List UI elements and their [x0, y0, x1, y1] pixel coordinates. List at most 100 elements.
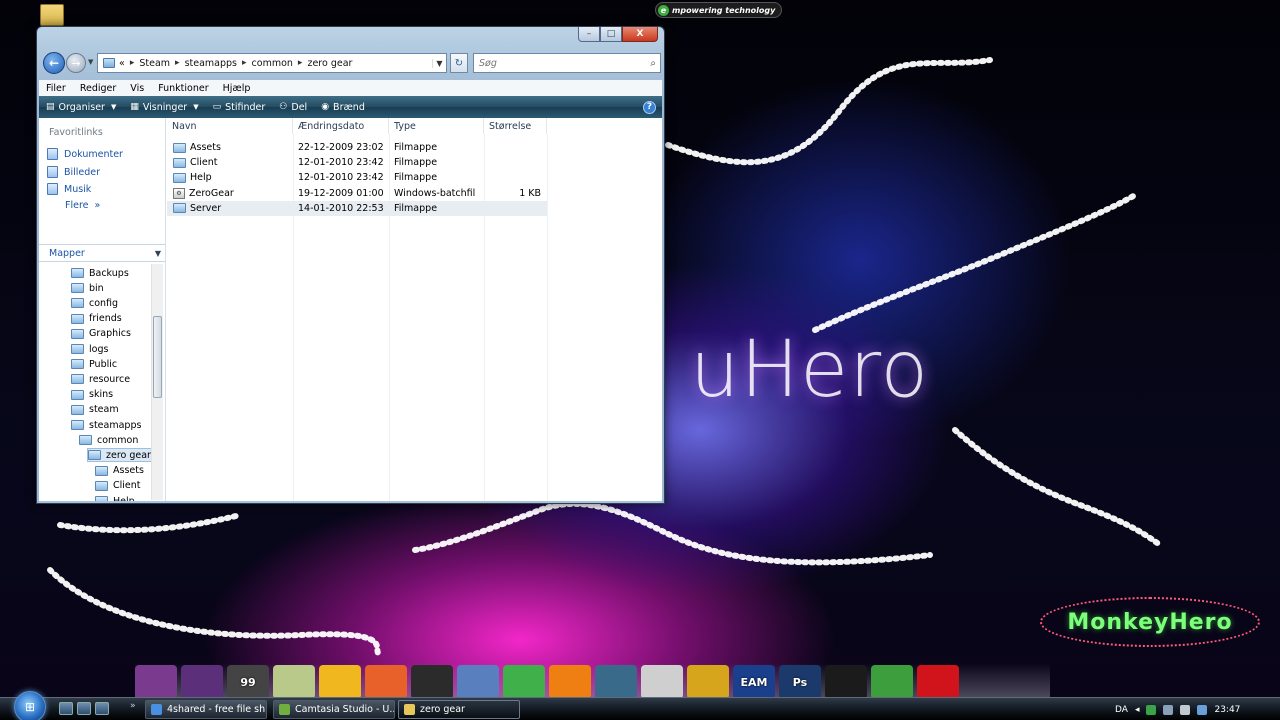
tree-item[interactable]: resource	[71, 372, 130, 386]
photoshop-icon[interactable]: Ps	[779, 665, 821, 699]
history-dropdown-icon[interactable]: ▼	[88, 58, 93, 66]
folders-header[interactable]: Mapper ▼	[39, 244, 165, 262]
explorer-button[interactable]: ▭ Stifinder	[206, 102, 273, 113]
quicklaunch-more-icon[interactable]: »	[130, 701, 136, 711]
network-icon[interactable]	[1146, 704, 1157, 715]
organize-button[interactable]: ▤ Organiser ▼	[39, 102, 123, 113]
file-name-cell[interactable]: Assets	[173, 140, 221, 155]
winrar-icon[interactable]	[135, 665, 177, 699]
views-button[interactable]: ▦ Visninger ▼	[123, 102, 205, 113]
tree-item[interactable]: common	[79, 433, 138, 447]
winrar2-icon[interactable]	[181, 665, 223, 699]
tree-item[interactable]: friends	[71, 312, 122, 326]
tree-item[interactable]: Client	[95, 479, 141, 493]
address-dropdown-icon[interactable]: ▼	[432, 58, 446, 68]
breadcrumb-common[interactable]: common	[252, 58, 293, 69]
computer-icon[interactable]	[1163, 704, 1174, 715]
file-row[interactable]: Help 12-01-2010 23:42 Filmappe	[167, 170, 547, 185]
opera-icon[interactable]	[917, 665, 959, 699]
office-icon[interactable]	[365, 665, 407, 699]
tree-item[interactable]: steamapps	[71, 418, 141, 432]
breadcrumb-steam[interactable]: Steam	[139, 58, 170, 69]
minimize-button[interactable]: –	[578, 27, 600, 42]
maximize-button[interactable]: □	[600, 27, 622, 42]
menu-edit[interactable]: Rediger	[73, 83, 123, 94]
vlc-icon[interactable]	[549, 665, 591, 699]
favorite-more[interactable]: Flere »	[65, 200, 100, 211]
film-icon[interactable]	[595, 665, 637, 699]
file-row[interactable]: Server 14-01-2010 22:53 Filmappe	[167, 200, 547, 216]
tree-item[interactable]: zero gear	[87, 448, 155, 463]
show-desktop-icon[interactable]	[59, 702, 73, 715]
breadcrumb-zero-gear[interactable]: zero gear	[307, 58, 352, 69]
file-name-cell[interactable]: Help	[173, 170, 212, 185]
menu-view[interactable]: Vis	[123, 83, 151, 94]
back-button[interactable]: ←	[43, 52, 65, 74]
column-name[interactable]: Navn	[167, 118, 293, 134]
tool-icon[interactable]	[319, 665, 361, 699]
taskbar-button[interactable]: zero gear	[398, 700, 520, 719]
tray-app-icon[interactable]	[1197, 704, 1208, 715]
column-size[interactable]: Størrelse	[484, 118, 547, 134]
refresh-button[interactable]: ↻	[450, 53, 468, 73]
start-button[interactable]: ⊞	[14, 691, 46, 720]
tree-item[interactable]: bin	[71, 281, 104, 295]
sims-icon[interactable]	[503, 665, 545, 699]
favorite-music[interactable]: Musik	[47, 183, 91, 195]
file-row[interactable]: ⚙ ZeroGear 19-12-2009 01:00 Windows-batchfi…	[167, 186, 547, 201]
99-icon[interactable]: 99	[227, 665, 269, 699]
arkham-icon[interactable]	[411, 665, 453, 699]
favorite-pictures[interactable]: Billeder	[47, 166, 100, 178]
tree-item[interactable]: logs	[71, 342, 108, 356]
favorite-documents[interactable]: Dokumenter	[47, 148, 123, 160]
eam-icon[interactable]: EAM	[733, 665, 775, 699]
tree-scrollbar[interactable]	[151, 264, 163, 500]
notepad-icon[interactable]	[273, 665, 315, 699]
close-button[interactable]: X	[622, 27, 658, 42]
taskbar-button[interactable]: Camtasia Studio - U...	[273, 700, 395, 719]
address-bar[interactable]: « ▸ Steam ▸ steamapps ▸ common ▸ zero ge…	[97, 53, 447, 73]
menu-tools[interactable]: Funktioner	[151, 83, 215, 94]
tree-item[interactable]: skins	[71, 388, 113, 402]
ie-icon[interactable]	[77, 702, 91, 715]
file-name-cell[interactable]: ⚙ ZeroGear	[173, 186, 234, 201]
volume-icon[interactable]	[1180, 704, 1191, 715]
chevron-right-icon[interactable]: ▸	[242, 58, 247, 68]
tray-expand-icon[interactable]: ◂	[1135, 705, 1140, 715]
media-icon[interactable]	[457, 665, 499, 699]
tree-item[interactable]: Assets	[95, 464, 144, 478]
language-indicator[interactable]: DA	[1115, 705, 1128, 715]
column-date[interactable]: Ændringsdato	[293, 118, 389, 134]
forward-button[interactable]: →	[66, 53, 86, 73]
chrome-icon[interactable]	[871, 665, 913, 699]
taskbar-button[interactable]: 4shared - free file sh...	[145, 700, 267, 719]
wow-icon[interactable]	[687, 665, 729, 699]
tree-item[interactable]: steam	[71, 403, 119, 417]
tree-item[interactable]: Public	[71, 357, 117, 371]
file-row[interactable]: Client 12-01-2010 23:42 Filmappe	[167, 155, 547, 170]
search-icon[interactable]: ⌕	[650, 58, 656, 69]
assassin-icon[interactable]	[641, 665, 683, 699]
clock[interactable]: 23:47	[1214, 705, 1240, 715]
burn-button[interactable]: ◉ Brænd	[314, 102, 372, 113]
tree-item[interactable]: Graphics	[71, 327, 131, 341]
menu-help[interactable]: Hjælp	[216, 83, 258, 94]
switch-windows-icon[interactable]	[95, 702, 109, 715]
file-name-cell[interactable]: Server	[173, 201, 221, 216]
chevron-right-icon[interactable]: ▸	[175, 58, 180, 68]
menu-file[interactable]: Filer	[39, 83, 73, 94]
chevron-right-icon[interactable]: ▸	[298, 58, 303, 68]
tree-item[interactable]: config	[71, 296, 118, 310]
tree-item[interactable]: Backups	[71, 266, 129, 280]
column-type[interactable]: Type	[389, 118, 484, 134]
help-icon[interactable]: ?	[643, 100, 656, 114]
share-button[interactable]: ⚇ Del	[272, 102, 314, 113]
breadcrumb-steamapps[interactable]: steamapps	[185, 58, 237, 69]
address-overflow[interactable]: «	[119, 58, 125, 69]
file-name-cell[interactable]: Client	[173, 155, 218, 170]
scrollbar-thumb[interactable]	[153, 316, 162, 398]
file-row[interactable]: Assets 22-12-2009 23:02 Filmappe	[167, 140, 547, 155]
steam-icon[interactable]	[825, 665, 867, 699]
search-input[interactable]: Søg ⌕	[473, 53, 661, 73]
tree-item[interactable]: Help	[95, 494, 135, 501]
